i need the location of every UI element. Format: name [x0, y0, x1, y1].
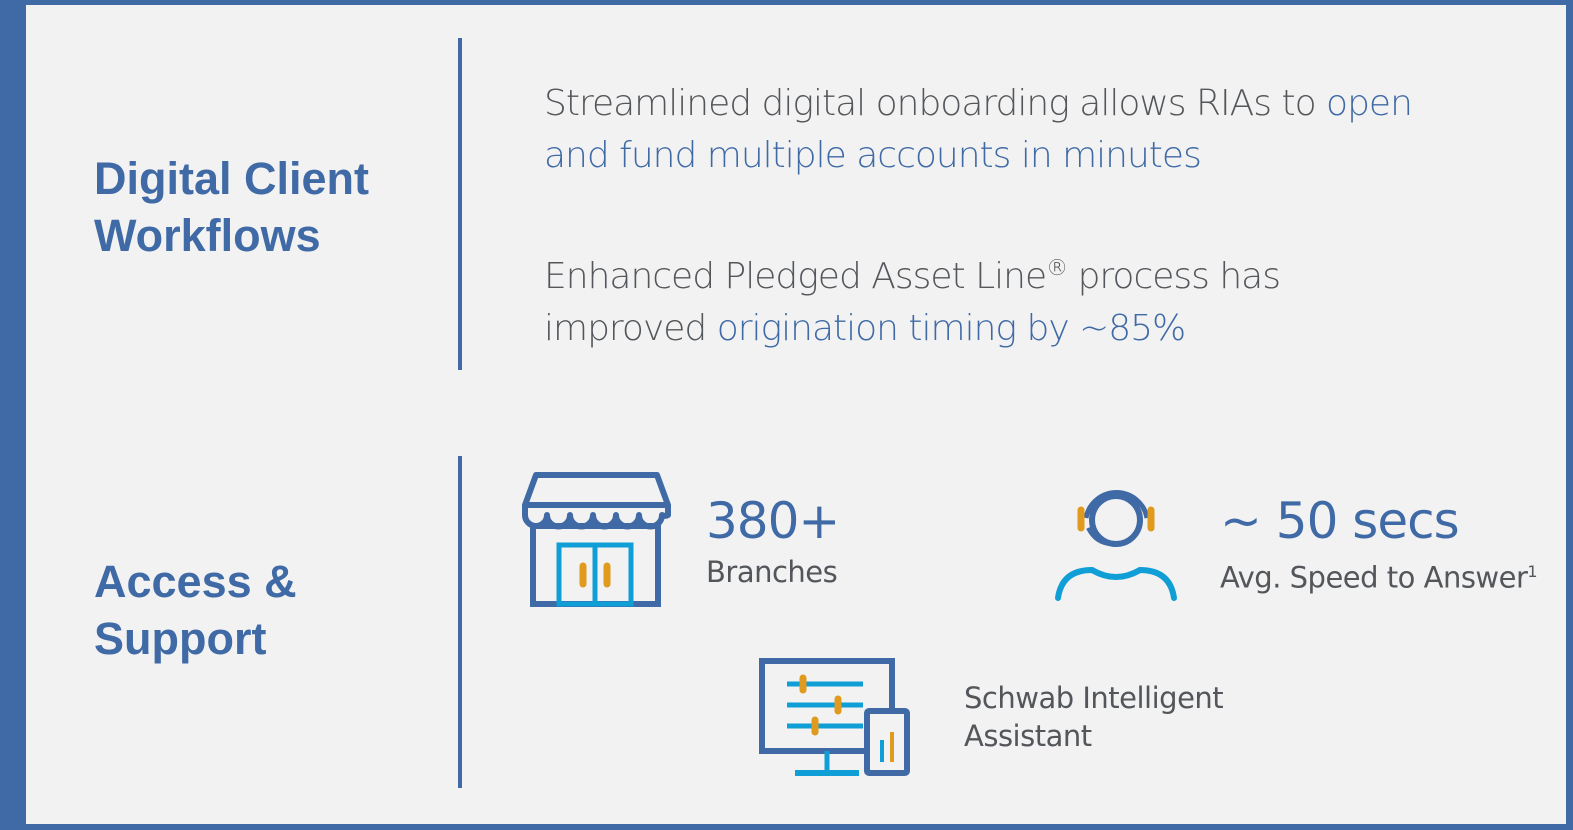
section-title-access-support: Access & Support	[94, 553, 297, 667]
branches-label: Branches	[706, 555, 838, 589]
section-title-line: Support	[94, 613, 267, 664]
headset-agent-icon	[1055, 490, 1177, 601]
speed-value: ~ 50 secs	[1220, 492, 1460, 550]
content-panel: Digital Client Workflows Streamlined dig…	[26, 5, 1566, 824]
section-title-line: Workflows	[94, 210, 321, 261]
statement-highlight: origination timing by ~85%	[716, 308, 1187, 349]
section-title-line: Digital Client	[94, 153, 370, 204]
statement-highlight: and fund multiple accounts in minutes	[544, 135, 1202, 176]
speed-label-text: Avg. Speed to Answer	[1220, 560, 1528, 595]
statement-text: Streamlined digital onboarding allows RI…	[544, 83, 1327, 124]
branches-value: 380+	[706, 492, 840, 550]
section-divider	[458, 456, 462, 788]
section-divider	[458, 38, 462, 370]
statement-text: process has	[1067, 256, 1281, 297]
section-title-digital-client-workflows: Digital Client Workflows	[94, 150, 369, 264]
assistant-label-line: Assistant	[964, 719, 1092, 753]
assistant-label-line: Schwab Intelligent	[964, 681, 1224, 715]
section-title-line: Access &	[94, 556, 297, 607]
assistant-label: Schwab Intelligent Assistant	[964, 679, 1224, 755]
storefront-icon	[522, 472, 671, 607]
registered-mark: ®	[1046, 256, 1068, 281]
statement-text: improved	[544, 308, 717, 349]
statement-text: Enhanced Pledged Asset Line	[544, 256, 1047, 297]
onboarding-statement: Streamlined digital onboarding allows RI…	[544, 78, 1413, 182]
statement-highlight: open	[1326, 83, 1413, 124]
pledged-asset-statement: Enhanced Pledged Asset Line® process has…	[544, 243, 1281, 355]
monitor-settings-icon	[759, 658, 910, 776]
footnote-marker: 1	[1527, 562, 1538, 581]
speed-label: Avg. Speed to Answer1	[1220, 553, 1538, 597]
